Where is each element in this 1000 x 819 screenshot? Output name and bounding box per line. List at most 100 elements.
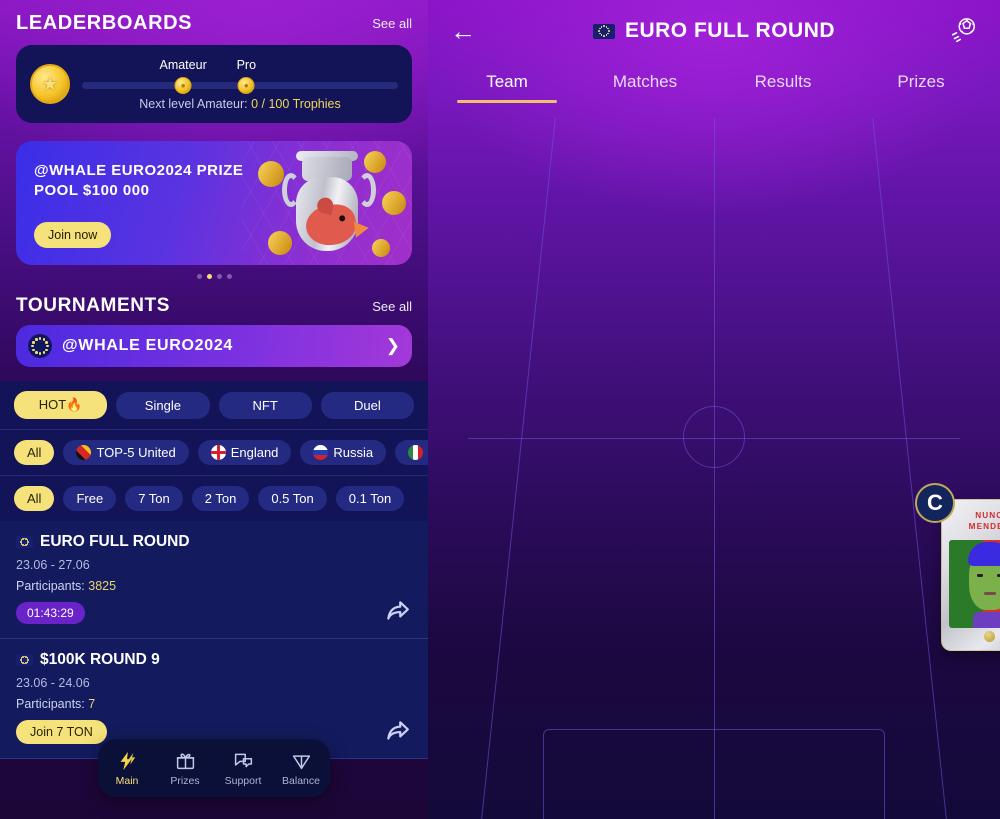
participants-count: 3825 [88, 579, 117, 593]
carousel-dot[interactable] [216, 274, 222, 279]
eu-flag-icon [16, 536, 33, 548]
nav-label: Support [224, 774, 262, 787]
filters-card: HOT🔥 Single NFT Duel All TOP-5 United En… [0, 381, 428, 521]
tournament-name: EURO FULL ROUND [40, 533, 190, 550]
italy-flag-icon [408, 445, 424, 460]
football-pitch [428, 118, 1000, 819]
page-title: LEADERBOARDS [16, 12, 193, 34]
player-card[interactable]: NUNOMENDES [941, 499, 1000, 651]
tournaments-header: TOURNAMENTS See all [0, 279, 428, 325]
nav-label: Main [115, 774, 139, 787]
next-level-text: Next level Amateur: 0 / 100 Trophies [82, 97, 398, 111]
promo-banner[interactable]: @WHALE EURO2024 PRIZE POOL $100 000 Join… [16, 141, 412, 265]
soccer-ball-icon[interactable] [948, 16, 978, 46]
chip-label: TOP-5 United [96, 445, 176, 460]
captain-badge: C [915, 483, 955, 523]
pitch-penalty-box [543, 729, 885, 819]
carousel-dot[interactable] [196, 274, 202, 279]
filter-chip-free[interactable]: Free [63, 486, 117, 511]
participants-label: Participants: [16, 697, 89, 711]
share-icon[interactable] [384, 598, 410, 624]
tier-label-amateur: Amateur [159, 57, 207, 72]
pitch-vertical-line [714, 118, 715, 819]
tournaments-see-all-link[interactable]: See all [372, 299, 412, 314]
bottom-navigation-bar: Main Prizes Support Balance [98, 739, 330, 797]
filter-chip-price-all[interactable]: All [14, 486, 55, 511]
card-coin-icon [984, 631, 995, 642]
gift-icon [159, 750, 211, 772]
tier-node-pro: ● [237, 76, 255, 94]
promo-join-now-button[interactable]: Join now [34, 222, 112, 248]
tab-matches[interactable]: Matches [576, 62, 714, 103]
filter-chip-russia[interactable]: Russia [300, 440, 387, 465]
promo-headline: @WHALE EURO2024 PRIZE POOL $100 000 [34, 162, 244, 199]
tab-results[interactable]: Results [714, 62, 852, 103]
nav-label: Balance [282, 774, 320, 787]
leaderboard-progress-card[interactable]: ★ Amateur Pro ● ● Next level Amateur: 0 … [16, 45, 412, 123]
tournament-name-row: $100K ROUND 9 [16, 651, 412, 669]
filter-chip-england[interactable]: England [197, 440, 292, 465]
england-flag-icon [210, 445, 226, 460]
filter-chip-hot[interactable]: HOT🔥 [14, 391, 108, 419]
featured-tournament-bar[interactable]: @WHALE EURO2024 ❯ [16, 325, 412, 367]
filter-chip-country-all[interactable]: All [14, 440, 55, 465]
filter-row-type: HOT🔥 Single NFT Duel [0, 381, 428, 430]
nav-item-prizes[interactable]: Prizes [159, 750, 211, 787]
back-arrow-icon[interactable]: ← [450, 18, 476, 44]
filter-chip-2ton[interactable]: 2 Ton [191, 486, 250, 511]
tier-label-pro: Pro [236, 57, 257, 72]
tab-prizes[interactable]: Prizes [852, 62, 990, 103]
russia-flag-icon [313, 445, 329, 460]
detail-tabs: Team Matches Results Prizes [428, 62, 1000, 103]
tier-labels: Amateur Pro [82, 58, 398, 74]
chevron-right-icon[interactable]: ❯ [386, 336, 400, 356]
tournament-name: $100K ROUND 9 [40, 651, 160, 668]
filter-chip-7ton[interactable]: 7 Ton [125, 486, 183, 511]
filter-row-price: All Free 7 Ton 2 Ton 0.5 Ton 0.1 Ton [0, 476, 428, 521]
nav-item-support[interactable]: Support [217, 750, 269, 787]
tournament-participants: Participants: 7 [16, 697, 412, 711]
detail-page-title: EURO FULL ROUND [624, 19, 836, 42]
tab-team[interactable]: Team [438, 62, 576, 103]
participants-label: Participants: [16, 579, 89, 593]
filter-chip-05ton[interactable]: 0.5 Ton [258, 486, 327, 511]
filter-row-country: All TOP-5 United England Russia Italy [0, 430, 428, 476]
tier-node-amateur: ● [174, 76, 192, 94]
participants-count: 7 [88, 697, 96, 711]
leaderboards-see-all-link[interactable]: See all [372, 16, 412, 31]
next-level-value: 0 / 100 Trophies [251, 96, 341, 111]
filter-chip-italy[interactable]: Italy [395, 440, 428, 465]
carousel-dot-active[interactable] [206, 274, 212, 279]
eu-flag-icon [592, 23, 615, 39]
eu-flag-icon [28, 334, 52, 358]
join-tournament-button[interactable]: Join 7 TON [16, 720, 107, 744]
left-scroll-area[interactable]: LEADERBOARDS See all ★ Amateur Pro ● ● N… [0, 0, 428, 819]
share-icon[interactable] [384, 718, 410, 744]
pitch-center-circle [683, 406, 745, 468]
eu-flag-icon [16, 654, 33, 666]
chip-label: Russia [333, 445, 374, 460]
tournament-detail-header: ← EURO FULL ROUND [428, 0, 1000, 62]
nav-label: Prizes [170, 774, 200, 787]
filter-chip-top5-united[interactable]: TOP-5 United [63, 440, 189, 465]
tournament-dates: 23.06 - 27.06 [16, 558, 90, 572]
filter-chip-single[interactable]: Single [116, 391, 210, 419]
pitch-line-left [481, 118, 556, 819]
leaderboards-header: LEADERBOARDS See all [0, 0, 428, 45]
chat-icon [217, 750, 269, 772]
lightning-icon [101, 750, 153, 772]
header-title-group: EURO FULL ROUND [428, 19, 1000, 43]
portrait-kit [972, 612, 1000, 628]
pitch-line-right [872, 118, 947, 819]
nav-item-balance[interactable]: Balance [275, 750, 327, 787]
filter-chip-duel[interactable]: Duel [320, 391, 414, 419]
tournament-participants: Participants: 3825 [16, 579, 412, 593]
carousel-dot[interactable] [226, 274, 232, 279]
filter-chip-nft[interactable]: NFT [218, 391, 312, 419]
nav-item-main[interactable]: Main [101, 750, 153, 787]
filter-chip-01ton[interactable]: 0.1 Ton [335, 486, 405, 511]
tournaments-title: TOURNAMENTS [16, 295, 171, 316]
tournament-row[interactable]: EURO FULL ROUND 23.06 - 27.06 Participan… [0, 521, 428, 639]
right-phone-screen: ← EURO FULL ROUND Team Matches Results P… [428, 0, 1000, 819]
top5-flags-icon [76, 445, 92, 460]
